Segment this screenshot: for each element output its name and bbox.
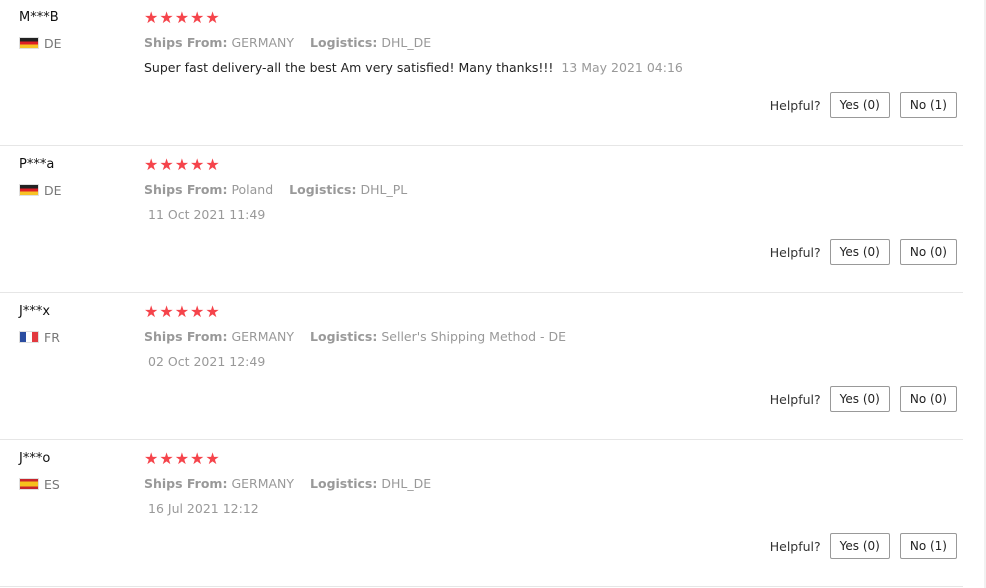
helpful-vote: Helpful? Yes (0) No (1) xyxy=(770,533,957,559)
shipping-info: Ships From: Poland Logistics: DHL_PL xyxy=(144,182,407,197)
review-text: Super fast delivery-all the best Am very… xyxy=(144,60,554,75)
ships-from-label: Ships From: xyxy=(144,329,228,344)
helpful-label: Helpful? xyxy=(769,244,821,260)
ships-from-value: GERMANY xyxy=(231,35,295,50)
helpful-no-button[interactable]: No (0) xyxy=(899,239,957,265)
country-code: ES xyxy=(44,477,60,492)
reviewer-name: J***x xyxy=(19,304,51,319)
country-code: DE xyxy=(44,183,62,198)
star-icons: ★★★★★ xyxy=(144,155,221,174)
review-item: J***o ES ★★★★★ Ships From: GERMANY Logis… xyxy=(0,439,963,587)
reviewer-country: DE xyxy=(19,36,62,51)
helpful-no-button[interactable]: No (1) xyxy=(899,533,957,559)
germany-flag-icon xyxy=(19,184,39,196)
logistics-label: Logistics: xyxy=(310,35,378,50)
ships-from-label: Ships From: xyxy=(144,182,228,197)
helpful-yes-button[interactable]: Yes (0) xyxy=(829,386,890,412)
ships-from-value: Poland xyxy=(231,182,274,197)
logistics-value: DHL_DE xyxy=(381,35,432,50)
germany-flag-icon xyxy=(19,37,39,49)
ships-from-label: Ships From: xyxy=(144,476,228,491)
spain-flag-icon xyxy=(19,478,39,490)
star-rating: ★★★★★ xyxy=(144,449,221,468)
reviewer-country: DE xyxy=(19,183,62,198)
helpful-no-button[interactable]: No (0) xyxy=(899,386,957,412)
star-icons: ★★★★★ xyxy=(144,302,221,321)
reviewer-name: M***B xyxy=(19,10,59,25)
review-date: 11 Oct 2021 11:49 xyxy=(148,207,266,222)
review-content: Super fast delivery-all the best Am very… xyxy=(144,60,683,75)
star-rating: ★★★★★ xyxy=(144,155,221,174)
star-icons: ★★★★★ xyxy=(144,449,221,468)
helpful-vote: Helpful? Yes (0) No (0) xyxy=(770,386,957,412)
review-item: M***B DE ★★★★★ Ships From: GERMANY Logis… xyxy=(0,0,963,146)
country-code: FR xyxy=(44,330,60,345)
review-item: J***x FR ★★★★★ Ships From: GERMANY Logis… xyxy=(0,292,963,440)
shipping-info: Ships From: GERMANY Logistics: DHL_DE xyxy=(144,35,431,50)
helpful-vote: Helpful? Yes (0) No (1) xyxy=(770,92,957,118)
france-flag-icon xyxy=(19,331,39,343)
logistics-value: DHL_DE xyxy=(381,476,432,491)
helpful-vote: Helpful? Yes (0) No (0) xyxy=(770,239,957,265)
ships-from-label: Ships From: xyxy=(144,35,228,50)
logistics-label: Logistics: xyxy=(310,329,378,344)
helpful-yes-button[interactable]: Yes (0) xyxy=(829,533,890,559)
reviewer-name: P***a xyxy=(19,157,55,172)
reviewer-country: ES xyxy=(19,477,60,492)
star-rating: ★★★★★ xyxy=(144,302,221,321)
helpful-yes-button[interactable]: Yes (0) xyxy=(829,239,890,265)
country-code: DE xyxy=(44,36,62,51)
review-date: 13 May 2021 04:16 xyxy=(561,60,683,75)
ships-from-value: GERMANY xyxy=(231,476,295,491)
shipping-info: Ships From: GERMANY Logistics: Seller's … xyxy=(144,329,566,344)
ships-from-value: GERMANY xyxy=(231,329,295,344)
logistics-label: Logistics: xyxy=(289,182,357,197)
helpful-label: Helpful? xyxy=(769,391,821,407)
reviewer-country: FR xyxy=(19,330,60,345)
logistics-value: DHL_PL xyxy=(360,182,408,197)
helpful-yes-button[interactable]: Yes (0) xyxy=(829,92,890,118)
helpful-label: Helpful? xyxy=(769,538,821,554)
review-date: 02 Oct 2021 12:49 xyxy=(148,354,266,369)
star-icons: ★★★★★ xyxy=(144,8,221,27)
review-item: P***a DE ★★★★★ Ships From: Poland Logist… xyxy=(0,145,963,293)
review-date: 16 Jul 2021 12:12 xyxy=(148,501,259,516)
shipping-info: Ships From: GERMANY Logistics: DHL_DE xyxy=(144,476,431,491)
star-rating: ★★★★★ xyxy=(144,8,221,27)
helpful-label: Helpful? xyxy=(769,97,821,113)
logistics-value: Seller's Shipping Method - DE xyxy=(381,329,567,344)
reviewer-name: J***o xyxy=(19,451,51,466)
logistics-label: Logistics: xyxy=(310,476,378,491)
helpful-no-button[interactable]: No (1) xyxy=(899,92,957,118)
